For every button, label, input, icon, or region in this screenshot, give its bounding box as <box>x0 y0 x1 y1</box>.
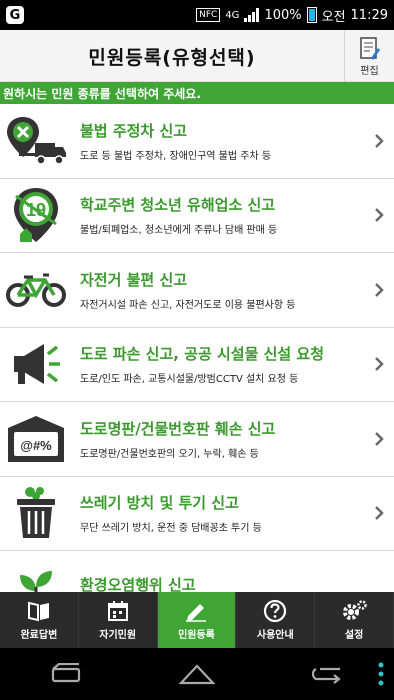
tab-label: 완료답변 <box>20 630 58 641</box>
item-title: 쓰레기 방치 및 투기 신고 <box>80 494 239 513</box>
pencil-icon <box>184 599 208 623</box>
status-bar: G NFC 4G 100% 오전 11:29 <box>0 0 394 30</box>
list-item-school-zone[interactable]: 19 학교주변 청소년 유해업소 신고 불법/퇴폐업소, 청소년에게 주류나 담… <box>0 178 394 253</box>
complaint-type-list: 불법 주정차 신고 도로 등 불법 주정차, 장애인구역 불법 주차 등 19 … <box>0 104 394 592</box>
edit-document-icon <box>359 36 380 60</box>
gear-icon <box>340 599 368 623</box>
megaphone-icon <box>0 328 72 402</box>
item-description: 도로/인도 파손, 교통시설물/방범CCTV 설치 요청 등 <box>80 374 299 386</box>
tab-label: 민원등록 <box>178 630 215 641</box>
help-icon <box>263 599 287 623</box>
sprout-icon <box>0 551 72 592</box>
app-header: 민원등록(유형선택) 편집 <box>0 30 394 82</box>
back-icon <box>51 663 80 683</box>
battery-percent: 100% <box>264 7 302 23</box>
list-item-road-damage[interactable]: 도로 파손 신고, 공공 시설물 신설 요청 도로/인도 파손, 교통시설물/방… <box>0 327 394 402</box>
home-icon <box>178 664 215 685</box>
item-title: 도로 파손 신고, 공공 시설물 신설 요청 <box>80 345 325 364</box>
tab-settings[interactable]: 설정 <box>315 592 394 648</box>
item-description: 불법/퇴폐업소, 청소년에게 주류나 담배 판매 등 <box>80 225 278 237</box>
chevron-right-icon <box>375 506 384 521</box>
tab-user-guide[interactable]: 사용안내 <box>236 592 316 648</box>
item-title: 환경오염행위 신고 <box>80 576 196 592</box>
calendar-icon <box>107 599 129 623</box>
chevron-right-icon <box>375 431 384 446</box>
instruction-banner: 원하시는 민원 종류를 선택하여 주세요. <box>0 82 394 104</box>
system-nav-bar <box>0 648 394 700</box>
item-title: 불법 주정차 신고 <box>80 121 188 140</box>
chevron-right-icon <box>375 357 384 372</box>
nfc-indicator: NFC <box>196 8 221 22</box>
time-ampm: 오전 <box>321 9 346 25</box>
item-title: 도로명판/건물번호판 훼손 신고 <box>80 419 276 438</box>
chevron-right-icon <box>375 208 384 223</box>
item-description: 도로명판/건물번호판의 오기, 누락, 훼손 등 <box>80 448 259 460</box>
edit-button[interactable]: 편집 <box>344 30 394 82</box>
tab-my-complaints[interactable]: 자기민원 <box>79 592 158 648</box>
chevron-right-icon <box>375 282 384 297</box>
item-title: 학교주변 청소년 유해업소 신고 <box>80 196 276 215</box>
network-type: 4G <box>225 9 240 21</box>
list-item-bicycle[interactable]: 자전거 불편 신고 자전거시설 파손 신고, 자전거도로 이용 불편사항 등 <box>0 253 394 328</box>
list-item-address-sign[interactable]: @#% 도로명판/건물번호판 훼손 신고 도로명판/건물번호판의 오기, 누락,… <box>0 402 394 477</box>
overflow-menu-icon[interactable] <box>378 662 384 690</box>
bottom-tab-bar: 완료답변 자기민원 민원등록 사용안내 설정 <box>0 592 394 648</box>
recent-apps-icon <box>312 667 342 684</box>
home-button[interactable] <box>131 663 262 685</box>
battery-icon <box>306 7 317 23</box>
back-button[interactable] <box>0 663 131 685</box>
trash-can-icon <box>0 477 72 551</box>
chevron-right-icon <box>375 133 384 148</box>
item-description: 무단 쓰레기 방치, 운전 중 담배꽁초 투기 등 <box>80 523 262 535</box>
signal-icon <box>244 8 260 22</box>
bicycle-icon <box>0 253 72 327</box>
tab-register-complaint[interactable]: 민원등록 <box>157 592 237 648</box>
tab-label: 설정 <box>344 630 364 641</box>
address-sign-icon: @#% <box>0 402 72 476</box>
list-item-pollution[interactable]: 환경오염행위 신고 <box>0 551 394 592</box>
list-item-illegal-parking[interactable]: 불법 주정차 신고 도로 등 불법 주정차, 장애인구역 불법 주차 등 <box>0 104 394 179</box>
list-item-trash[interactable]: 쓰레기 방치 및 투기 신고 무단 쓰레기 방치, 운전 중 담배꽁초 투기 등 <box>0 476 394 551</box>
tab-completed-answers[interactable]: 완료답변 <box>0 592 79 648</box>
school-zone-19-icon: 19 <box>0 179 72 253</box>
edit-label: 편집 <box>360 65 379 77</box>
item-description: 도로 등 불법 주정차, 장애인구역 불법 주차 등 <box>80 150 272 162</box>
page-title: 민원등록(유형선택) <box>88 46 256 69</box>
g-app-icon: G <box>6 6 24 24</box>
item-description: 자전거시설 파손 신고, 자전거도로 이용 불편사항 등 <box>80 299 296 311</box>
tab-label: 사용안내 <box>256 630 294 641</box>
illegal-parking-icon <box>0 104 72 178</box>
item-title: 자전거 불편 신고 <box>80 270 188 289</box>
tab-label: 자기민원 <box>99 630 137 641</box>
address-sign-text: @#% <box>20 438 52 453</box>
recent-apps-button[interactable] <box>263 663 394 685</box>
book-icon <box>27 599 51 623</box>
clock: 11:29 <box>350 7 388 23</box>
